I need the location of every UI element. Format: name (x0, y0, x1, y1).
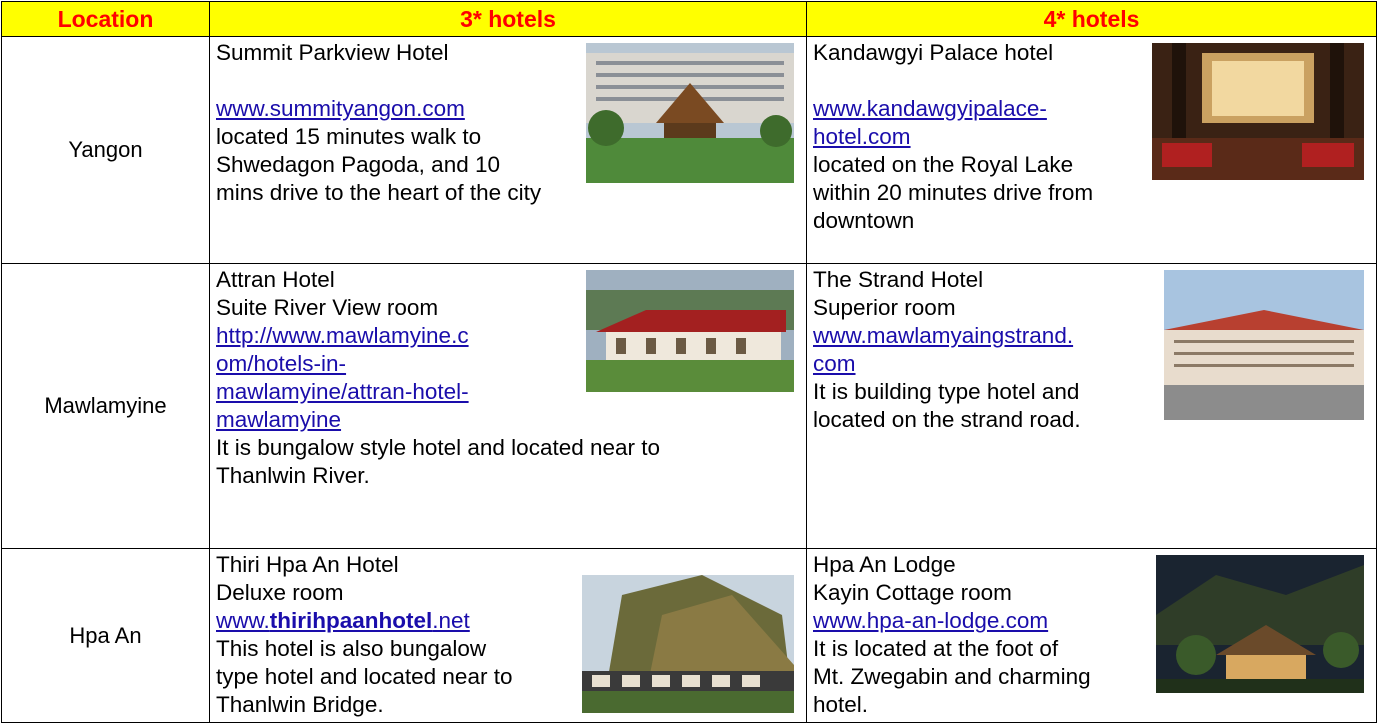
hotel-cell-4star: The Strand Hotel Superior room www.mawla… (806, 263, 1377, 549)
header-3star: 3* hotels (209, 1, 807, 37)
link-text: .net (432, 608, 470, 633)
link-text-bold: thirihpaanhotel (269, 608, 433, 633)
location-cell: Hpa An (1, 548, 210, 723)
header-location: Location (1, 1, 210, 37)
hotel-photo (1156, 555, 1364, 693)
hotel-description: mins drive to the heart of the city (216, 180, 542, 205)
hotel-description: It is bungalow style hotel and located n… (216, 435, 661, 460)
hotel-photo (582, 575, 794, 713)
location-cell: Yangon (1, 36, 210, 264)
hotel-cell-3star: Thiri Hpa An Hotel Deluxe room www.thiri… (209, 548, 807, 723)
hotel-description: within 20 minutes drive from downtown (813, 180, 1094, 233)
hotel-photo (1152, 43, 1364, 180)
hotel-cell-4star: Hpa An Lodge Kayin Cottage room www.hpa-… (806, 548, 1377, 723)
table-row: Yangon Summit Parkview Hotel www.summity… (1, 36, 1377, 264)
link-text: mawlamyine (216, 407, 342, 432)
header-row: Location 3* hotels 4* hotels (1, 1, 1377, 37)
table-row: Mawlamyine Attran Hotel Suite River View… (1, 263, 1377, 549)
hotel-photo (586, 43, 794, 183)
header-4star: 4* hotels (806, 1, 1377, 37)
table-row: Hpa An Thiri Hpa An Hotel Deluxe room ww… (1, 548, 1377, 723)
hotel-cell-3star: Attran Hotel Suite River View room http:… (209, 263, 807, 549)
hotel-table: Location 3* hotels 4* hotels Yangon Summ… (1, 1, 1377, 723)
hotel-cell-3star: Summit Parkview Hotel www.summityangon.c… (209, 36, 807, 264)
hotel-description: Thanlwin River. (216, 463, 370, 488)
hotel-cell-4star: Kandawgyi Palace hotel www.kandawgyipala… (806, 36, 1377, 264)
hotel-photo (1164, 270, 1364, 420)
link-text: www. (216, 608, 270, 633)
hotel-photo (586, 270, 794, 392)
location-cell: Mawlamyine (1, 263, 210, 549)
